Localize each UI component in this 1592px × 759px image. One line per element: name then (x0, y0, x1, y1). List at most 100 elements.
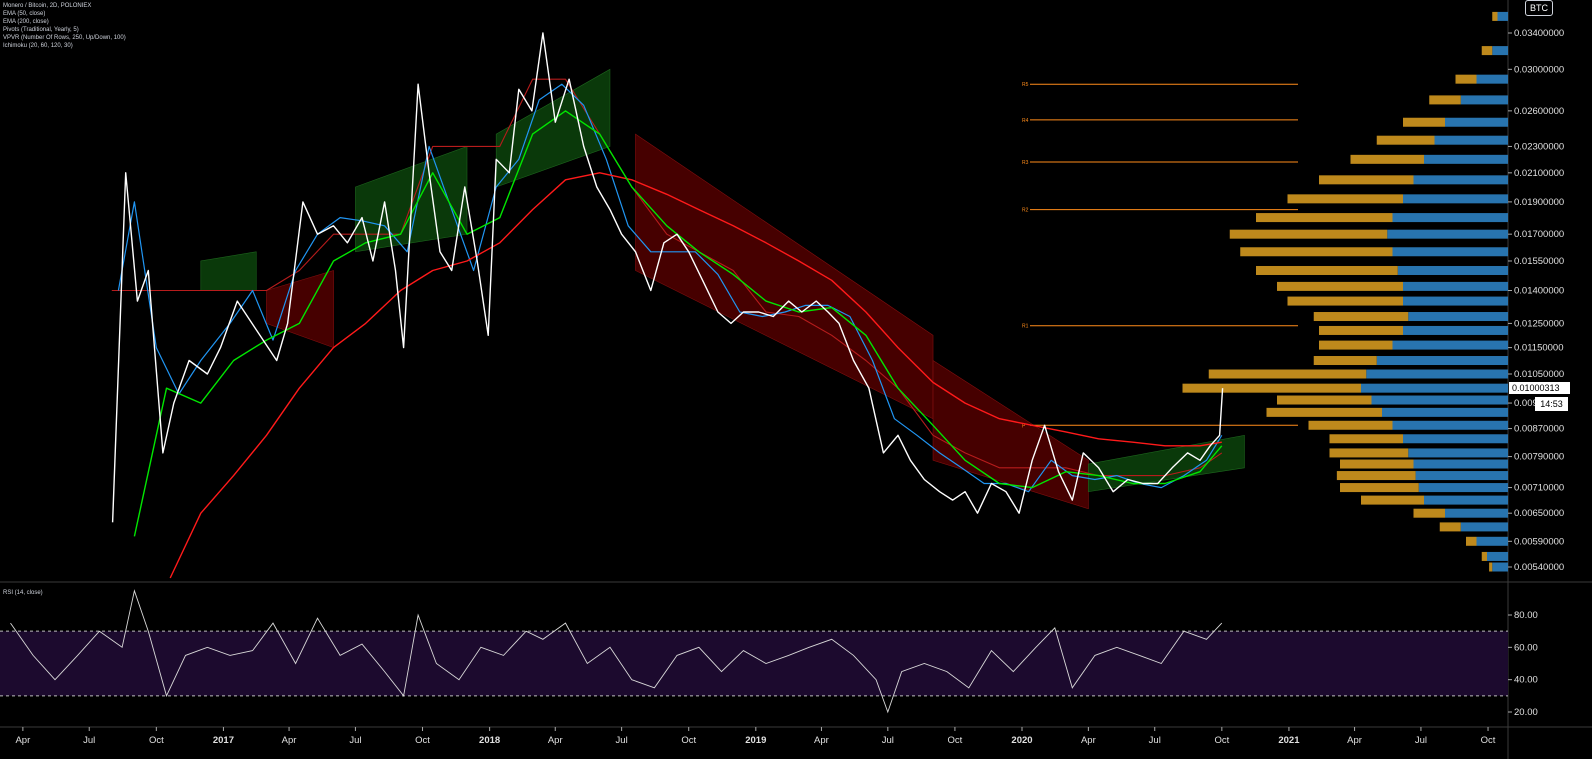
time-tick-label: Oct (948, 735, 963, 746)
volume-profile-up-bar (1382, 407, 1508, 417)
price-tick-label: 0.01050000 (1514, 369, 1564, 380)
volume-profile-up-bar (1424, 154, 1508, 164)
time-tick-label: Oct (149, 735, 164, 746)
price-tick-label: 0.00590000 (1514, 536, 1564, 547)
volume-profile-down-bar (1287, 194, 1403, 204)
price-axis: 0.03400000 0.03000000 0.02600000 0.02300000… (1508, 28, 1564, 573)
volume-profile-up-bar (1366, 369, 1508, 379)
price-tick-label: 0.03000000 (1514, 64, 1564, 75)
price-tick-label: 0.00870000 (1514, 424, 1564, 435)
price-tick-label: 0.02100000 (1514, 168, 1564, 179)
time-tick-label: Apr (548, 735, 563, 746)
volume-profile-down-bar (1336, 471, 1416, 481)
volume-profile-up-bar (1403, 325, 1508, 335)
volume-profile-down-bar (1308, 420, 1393, 430)
volume-profile-up-bar (1387, 229, 1508, 239)
cloud-segment (266, 270, 334, 349)
time-tick-label: Apr (15, 735, 30, 746)
volume-profile-up-bar (1460, 95, 1508, 105)
volume-profile-up-bar (1445, 508, 1508, 518)
pivot-label: R2 (1022, 208, 1029, 214)
time-tick-label: Jul (83, 735, 95, 746)
volume-profile-down-bar (1240, 247, 1393, 257)
time-tick-label: Jul (349, 735, 361, 746)
volume-profile-down-bar (1361, 495, 1424, 505)
volume-profile-up-bar (1445, 117, 1508, 127)
volume-profile-down-bar (1256, 265, 1398, 275)
time-tick-label: Jul (1149, 735, 1161, 746)
volume-profile-down-bar (1413, 508, 1445, 518)
time-tick-label: Apr (814, 735, 829, 746)
volume-profile-up-bar (1415, 471, 1508, 481)
legend-ema50: EMA (50, close) (3, 11, 46, 17)
time-tick-label: 2017 (213, 735, 234, 746)
price-tick-label: 0.01250000 (1514, 318, 1564, 329)
volume-profile-down-bar (1229, 229, 1388, 239)
volume-profile-up-bar (1397, 265, 1508, 275)
price-tick-label: 0.01150000 (1514, 343, 1564, 354)
volume-profile-up-bar (1492, 562, 1508, 572)
volume-profile-up-bar (1460, 522, 1508, 532)
legend-pivots: Pivots (Traditional, Yearly, 5) (3, 27, 79, 33)
volume-profile-down-bar (1429, 95, 1461, 105)
volume-profile-up-bar (1408, 448, 1508, 458)
volume-profile-up-bar (1392, 340, 1508, 350)
rsi-tick-label: 80.00 (1514, 610, 1538, 621)
chart-canvas: R5R4R3R2R1P0.034000000.030000000.0260000… (0, 0, 1592, 759)
rsi-tick-label: 60.00 (1514, 642, 1538, 653)
price-tick-label: 0.00650000 (1514, 508, 1564, 519)
volume-profile-down-bar (1329, 448, 1409, 458)
time-tick-label: 2020 (1011, 735, 1032, 746)
volume-profile-up-bar (1371, 395, 1508, 405)
rsi-tick-label: 40.00 (1514, 675, 1538, 686)
legend-vpvr: VPVR (Number Of Rows, 250, Up/Down, 100) (3, 35, 126, 41)
volume-profile (1182, 11, 1508, 572)
time-tick-label: 2021 (1278, 735, 1300, 746)
volume-profile-up-bar (1434, 135, 1508, 145)
time-axis: Apr Jul Oct 2017 Apr Jul Oct 2018 Apr Jul Oct 2019 A… (15, 727, 1496, 746)
volume-profile-up-bar (1418, 483, 1508, 493)
volume-profile-down-bar (1313, 312, 1409, 322)
rsi-legend: RSI (14, close) (3, 590, 43, 596)
volume-profile-down-bar (1319, 340, 1393, 350)
volume-profile-down-bar (1481, 46, 1493, 56)
time-tick-label: Jul (616, 735, 628, 746)
currency-badge[interactable]: BTC (1525, 0, 1553, 16)
volume-profile-up-bar (1392, 420, 1508, 430)
volume-profile-down-bar (1319, 175, 1414, 185)
volume-profile-down-bar (1439, 522, 1461, 532)
volume-profile-up-bar (1403, 194, 1508, 204)
price-tick-label: 0.00540000 (1514, 562, 1564, 573)
chart-legend: Monero / Bitcoin, 2D, POLONIEX EMA (50, … (3, 2, 126, 50)
volume-profile-up-bar (1476, 74, 1508, 84)
legend-ema200: EMA (200, close) (3, 19, 49, 25)
legend-symbol: Monero / Bitcoin, 2D, POLONIEX (3, 3, 92, 9)
volume-profile-up-bar (1487, 551, 1508, 561)
pivot-label: R4 (1022, 118, 1029, 124)
volume-profile-down-bar (1329, 434, 1403, 444)
volume-profile-up-bar (1413, 175, 1508, 185)
time-tick-label: Jul (882, 735, 894, 746)
volume-profile-up-bar (1403, 296, 1508, 306)
volume-profile-down-bar (1287, 296, 1403, 306)
rsi-band (0, 631, 1508, 696)
rsi-tick-label: 20.00 (1514, 707, 1538, 718)
time-tick-label: 2018 (479, 735, 500, 746)
ichimoku-cloud (200, 68, 1245, 510)
pivot-label: R3 (1022, 160, 1029, 166)
volume-profile-down-bar (1489, 562, 1493, 572)
legend-ichimoku: Ichimoku (20, 60, 120, 30) (3, 43, 73, 49)
volume-profile-down-bar (1277, 281, 1403, 291)
bar-countdown-label: 14:53 (1535, 397, 1568, 411)
volume-profile-down-bar (1277, 395, 1372, 405)
price-tick-label: 0.01700000 (1514, 229, 1564, 240)
cloud-segment (635, 133, 934, 420)
volume-profile-up-bar (1376, 356, 1508, 366)
time-tick-label: Oct (681, 735, 696, 746)
volume-profile-down-bar (1340, 459, 1414, 469)
price-tick-label: 0.00710000 (1514, 483, 1564, 494)
volume-profile-down-bar (1182, 383, 1361, 393)
volume-profile-down-bar (1350, 154, 1424, 164)
last-price-label: 0.01000313 (1509, 382, 1570, 394)
volume-profile-down-bar (1256, 213, 1393, 223)
